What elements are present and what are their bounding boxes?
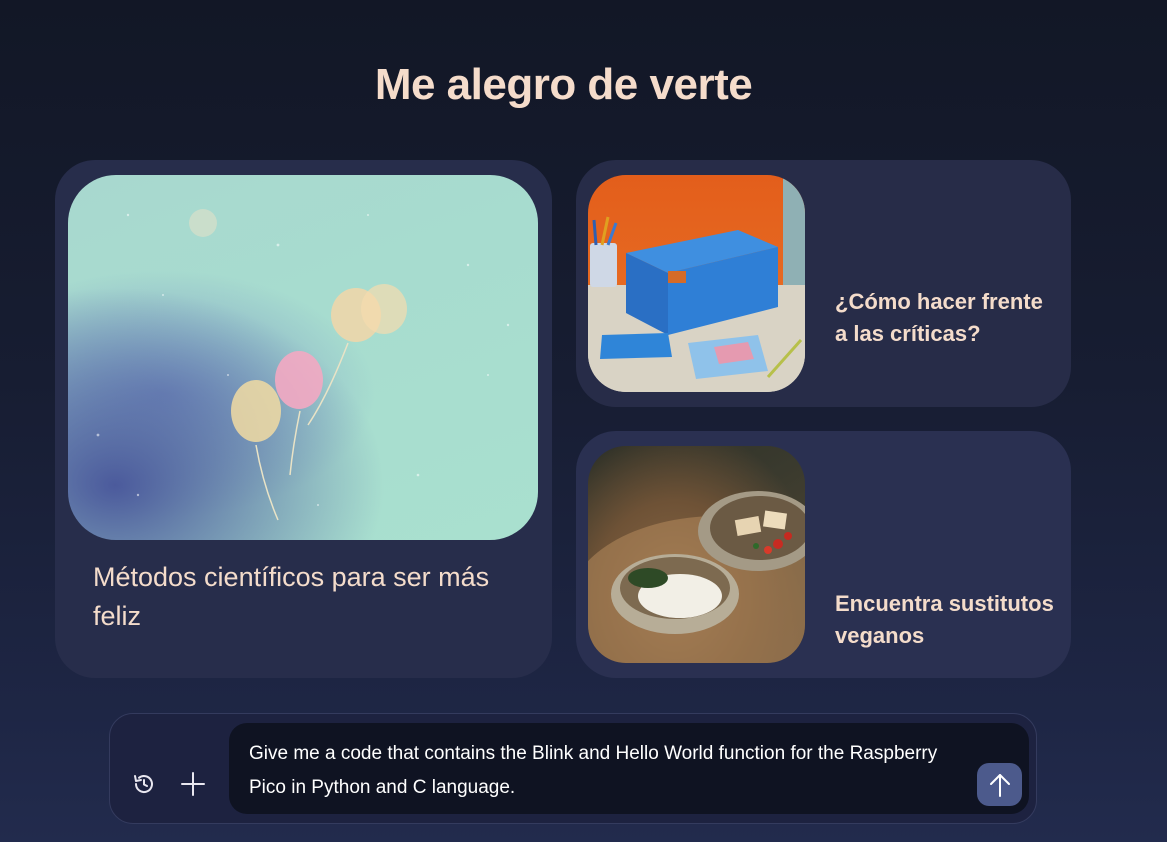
history-icon (134, 775, 153, 793)
page-title: Me alegro de verte (374, 60, 753, 109)
message-input-value[interactable]: Give me a code that contains the Blink a… (249, 737, 959, 805)
history-button[interactable] (130, 770, 158, 798)
card-title: Métodos científicos para ser más feliz (93, 562, 490, 631)
card-title: ¿Cómo hacer frente a las críticas? (835, 289, 1043, 346)
suggestion-card-vegan[interactable]: Encuentra sustitutos veganos (576, 431, 1071, 678)
blue-box-desk-image (588, 175, 805, 392)
suggestion-card-happiness[interactable]: Métodos científicos para ser más feliz (55, 160, 552, 678)
add-button[interactable] (179, 770, 207, 798)
message-input[interactable]: Give me a code that contains the Blink a… (229, 723, 1029, 814)
message-composer: Give me a code that contains the Blink a… (109, 713, 1037, 824)
pastel-balloons-image (68, 175, 538, 540)
suggestion-card-criticism[interactable]: ¿Cómo hacer frente a las críticas? (576, 160, 1071, 407)
plus-icon (181, 772, 205, 796)
rice-tofu-bowls-image (588, 446, 805, 663)
send-button[interactable] (977, 763, 1022, 806)
arrow-up-icon (989, 773, 1010, 797)
card-title: Encuentra sustitutos veganos (835, 591, 1054, 648)
